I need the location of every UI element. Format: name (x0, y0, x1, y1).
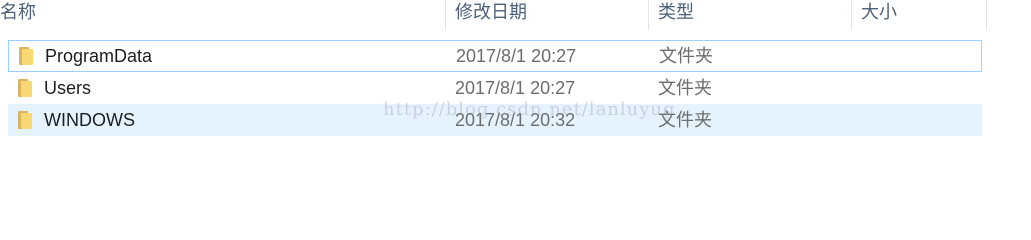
column-header-type[interactable]: 类型 (648, 0, 851, 30)
file-row-programdata[interactable]: ProgramData 2017/8/1 20:27 文件夹 (8, 40, 982, 72)
file-row-windows[interactable]: WINDOWS 2017/8/1 20:32 文件夹 (8, 104, 982, 136)
folder-icon (19, 40, 37, 72)
file-modified-date: 2017/8/1 20:27 (456, 46, 577, 66)
file-modified-date: 2017/8/1 20:32 (455, 110, 576, 130)
file-modified-date: 2017/8/1 20:27 (455, 78, 576, 98)
file-type: 文件夹 (658, 110, 712, 130)
file-name: ProgramData (45, 46, 153, 66)
column-header: 名称 修改日期 类型 大小 (0, 0, 990, 30)
folder-icon (18, 72, 36, 104)
file-rows: ProgramData 2017/8/1 20:27 文件夹 Users 201… (8, 40, 982, 136)
file-name: WINDOWS (44, 110, 135, 130)
column-header-size[interactable]: 大小 (851, 0, 986, 30)
file-list-view: 名称 修改日期 类型 大小 ProgramData 2017/8/1 20:27… (0, 0, 1031, 203)
column-header-name[interactable]: 名称 (0, 0, 445, 30)
column-divider[interactable] (986, 0, 987, 30)
column-header-date[interactable]: 修改日期 (445, 0, 648, 30)
file-type: 文件夹 (659, 46, 713, 66)
file-row-users[interactable]: Users 2017/8/1 20:27 文件夹 (8, 72, 982, 104)
file-type: 文件夹 (658, 78, 712, 98)
file-name: Users (44, 78, 92, 98)
folder-icon (18, 104, 36, 136)
